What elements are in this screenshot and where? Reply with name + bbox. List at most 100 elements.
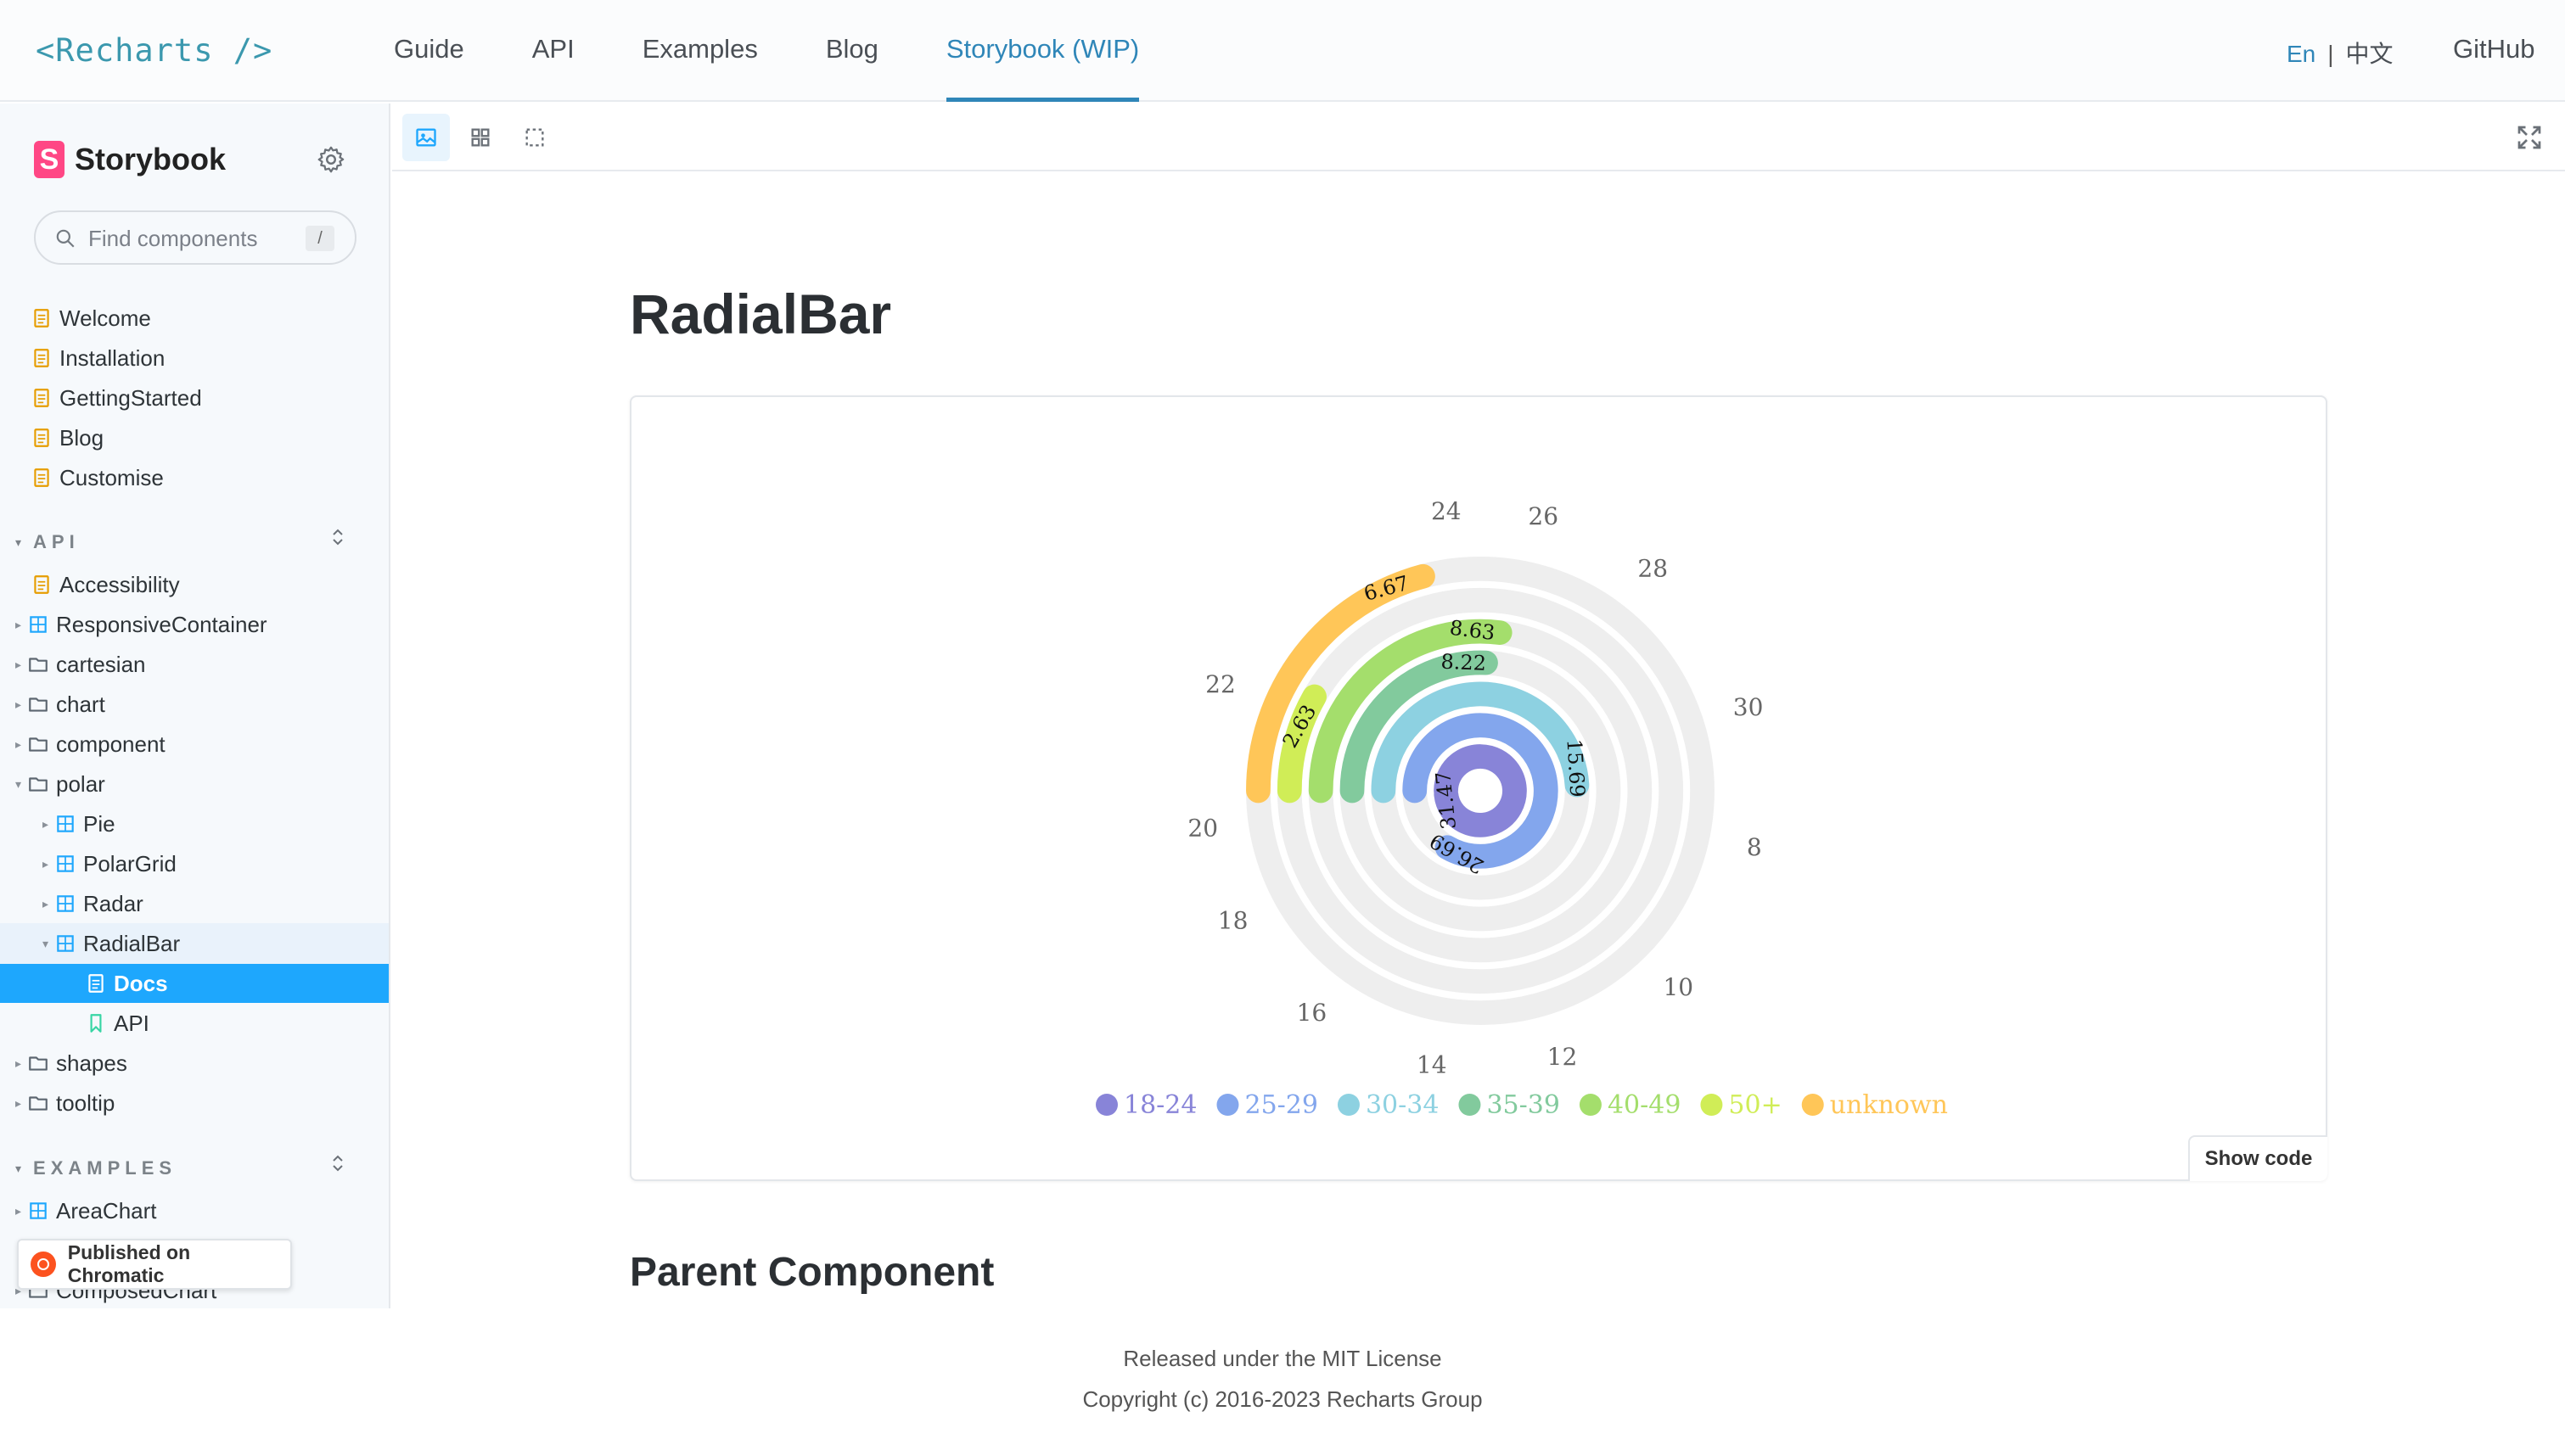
nav-link-blog[interactable]: Blog bbox=[826, 0, 878, 102]
document-icon bbox=[34, 389, 49, 407]
angle-axis-tick-label: 20 bbox=[1187, 814, 1218, 842]
sidebar-item-gettingstarted[interactable]: GettingStarted bbox=[31, 378, 202, 417]
sidebar-item-label: Customise bbox=[59, 464, 164, 490]
folder-icon bbox=[29, 777, 48, 792]
published-on-chromatic-badge[interactable]: Published on Chromatic bbox=[17, 1239, 292, 1290]
sidebar-item-polargrid[interactable]: ▸ PolarGrid bbox=[42, 844, 177, 883]
chromatic-label: Published on Chromatic bbox=[67, 1241, 191, 1286]
sidebar-item-component[interactable]: ▸ component bbox=[15, 725, 166, 764]
storybook-sidebar: S Storybook / Welcome Installation Getti… bbox=[0, 104, 390, 1308]
expand-collapse-icon[interactable] bbox=[329, 1152, 346, 1174]
caret-down-icon: ▾ bbox=[42, 936, 49, 950]
document-icon bbox=[88, 974, 104, 993]
component-icon bbox=[57, 815, 74, 832]
canvas-view-button[interactable] bbox=[402, 114, 450, 161]
legend-label: 40-49 bbox=[1608, 1090, 1681, 1120]
sidebar-item-areachart[interactable]: ▸ AreaChart bbox=[15, 1191, 157, 1230]
component-icon bbox=[57, 855, 74, 872]
caret-down-icon: ▾ bbox=[15, 776, 22, 791]
sidebar-item-customise[interactable]: Customise bbox=[31, 458, 164, 497]
caret-down-icon: ▾ bbox=[15, 535, 27, 549]
radial-bar-value-label: 6.67 bbox=[1361, 571, 1412, 606]
sidebar-item-label: PolarGrid bbox=[83, 850, 177, 876]
sidebar-item-label: shapes bbox=[56, 1050, 127, 1076]
sidebar-item-blog[interactable]: Blog bbox=[31, 418, 104, 457]
sidebar-item-api-story[interactable]: API bbox=[85, 1004, 149, 1043]
lang-en-link[interactable]: En bbox=[2287, 41, 2315, 67]
canvas-toolbar bbox=[392, 104, 2565, 171]
caret-right-icon: ▸ bbox=[15, 697, 22, 711]
sidebar-item-label: AreaChart bbox=[56, 1197, 157, 1224]
page-footer: Released under the MIT License Copyright… bbox=[0, 1308, 2565, 1456]
sidebar-item-chart[interactable]: ▸ chart bbox=[15, 685, 105, 724]
search-input[interactable] bbox=[88, 222, 292, 255]
fullscreen-icon[interactable] bbox=[2514, 122, 2545, 153]
component-icon bbox=[57, 935, 74, 952]
grid-icon bbox=[471, 128, 490, 147]
storybook-brand[interactable]: S Storybook bbox=[34, 141, 226, 178]
nav-link-guide[interactable]: Guide bbox=[394, 0, 464, 102]
legend-marker bbox=[1096, 1094, 1118, 1116]
section-title: API bbox=[33, 531, 80, 552]
sidebar-item-label: Welcome bbox=[59, 305, 151, 331]
sidebar-item-cartesian[interactable]: ▸ cartesian bbox=[15, 645, 146, 684]
caret-right-icon: ▸ bbox=[15, 1095, 22, 1110]
language-switcher: En | 中文 bbox=[2287, 36, 2394, 70]
lang-zh-link[interactable]: 中文 bbox=[2346, 41, 2394, 67]
sidebar-item-label: API bbox=[114, 1010, 149, 1036]
sidebar-item-shapes[interactable]: ▸ shapes bbox=[15, 1044, 127, 1083]
angle-axis-tick-label: 10 bbox=[1663, 973, 1693, 1001]
sidebar-item-polar[interactable]: ▾ polar bbox=[15, 764, 105, 804]
sidebar-item-label: GettingStarted bbox=[59, 384, 202, 411]
grid-view-button[interactable] bbox=[457, 114, 504, 161]
sidebar-item-docs[interactable]: Docs bbox=[85, 964, 168, 1003]
nav-links: Guide API Examples Blog Storybook (WIP) bbox=[394, 0, 1207, 102]
sidebar-item-responsivecontainer[interactable]: ▸ ResponsiveContainer bbox=[15, 605, 267, 644]
story-preview-card: 31.47 26.69 15.69 8.22 8.63 2.63 6.67 24 26 28 30 8… bbox=[630, 395, 2327, 1181]
legend-label: 50+ bbox=[1728, 1090, 1782, 1120]
lang-separator: | bbox=[2327, 41, 2334, 67]
sidebar-item-label: chart bbox=[56, 691, 105, 717]
document-icon bbox=[34, 575, 49, 594]
nav-link-examples[interactable]: Examples bbox=[643, 0, 758, 102]
storybook-logo-icon: S bbox=[34, 141, 65, 178]
expand-collapse-icon[interactable] bbox=[329, 526, 346, 548]
recharts-logo[interactable]: <Recharts /> bbox=[36, 32, 272, 69]
nav-link-storybook[interactable]: Storybook (WIP) bbox=[946, 0, 1140, 102]
github-link[interactable]: GitHub bbox=[2453, 34, 2534, 64]
caret-right-icon: ▸ bbox=[15, 657, 22, 671]
sidebar-item-label: ResponsiveContainer bbox=[56, 611, 267, 637]
section-api-header[interactable]: ▾ API bbox=[15, 531, 80, 553]
settings-gear-icon[interactable] bbox=[316, 144, 346, 175]
component-search[interactable]: / bbox=[34, 210, 356, 265]
legend-marker bbox=[1216, 1094, 1239, 1116]
angle-axis-tick-label: 28 bbox=[1637, 555, 1668, 583]
legend-label: 25-29 bbox=[1244, 1090, 1317, 1120]
page-title: RadialBar bbox=[630, 283, 892, 345]
search-shortcut-key: / bbox=[306, 226, 334, 251]
sidebar-item-radar[interactable]: ▸ Radar bbox=[42, 884, 143, 923]
legend-marker bbox=[1337, 1094, 1360, 1116]
radial-bar-value-label: 8.22 bbox=[1440, 650, 1487, 675]
selected-row-highlight bbox=[0, 964, 389, 1003]
legend-label: 30-34 bbox=[1366, 1090, 1439, 1120]
sidebar-item-pie[interactable]: ▸ Pie bbox=[42, 804, 115, 843]
folder-icon bbox=[29, 737, 48, 752]
sidebar-item-installation[interactable]: Installation bbox=[31, 339, 165, 378]
legend-marker bbox=[1458, 1094, 1481, 1116]
sidebar-item-tooltip[interactable]: ▸ tooltip bbox=[15, 1084, 115, 1123]
nav-link-api[interactable]: API bbox=[532, 0, 575, 102]
caret-right-icon: ▸ bbox=[15, 617, 22, 631]
outline-icon bbox=[525, 128, 544, 147]
footer-license: Released under the MIT License bbox=[1123, 1346, 1442, 1371]
angle-axis-tick-label: 30 bbox=[1733, 693, 1764, 721]
sidebar-item-welcome[interactable]: Welcome bbox=[31, 299, 151, 338]
sidebar-item-label: Installation bbox=[59, 344, 166, 371]
radial-bar-chart: 31.4726.6915.698.228.632.636.6724 2628308… bbox=[1096, 497, 1948, 1120]
sidebar-item-radialbar[interactable]: ▾ RadialBar bbox=[42, 924, 180, 963]
angle-axis-tick-label: 18 bbox=[1218, 906, 1249, 934]
outline-view-button[interactable] bbox=[511, 114, 558, 161]
show-code-button[interactable]: Show code bbox=[2188, 1135, 2327, 1181]
sidebar-item-accessibility[interactable]: Accessibility bbox=[31, 565, 180, 604]
section-examples-header[interactable]: ▾ EXAMPLES bbox=[15, 1157, 177, 1179]
